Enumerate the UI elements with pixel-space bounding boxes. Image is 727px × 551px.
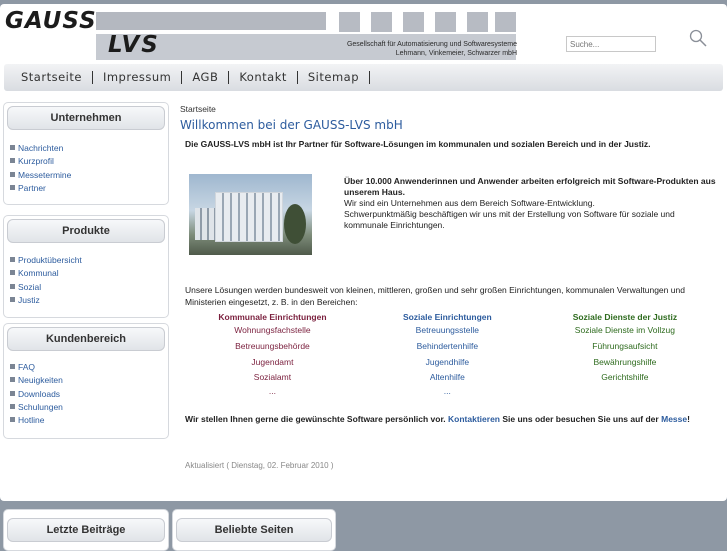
logo-text-bottom[interactable]: LVS [108,32,160,58]
highlight-text: Über 10.000 Anwenderinnen und Anwender a… [344,176,716,197]
logo-text-top[interactable]: GAUSS [5,8,97,34]
table-cell: Altenhilfe [429,372,465,383]
sidebar-title-produkte: Produkte [7,219,165,243]
table-cell: Wohnungsfachstelle [234,325,311,335]
closing-text-1: Wir stellen Ihnen gerne die gewünschte S… [185,414,446,424]
photo-tree [284,204,306,244]
header-decoration-square [467,12,488,32]
page-title: Willkommen bei der GAUSS-LVS mbH [180,118,403,132]
sidebar-item-schulungen[interactable]: Schulungen [10,401,168,414]
column-header-justiz: Soziale Dienste der Justiz [572,312,678,322]
company-tagline: Gesellschaft für Automatisierung und Sof… [300,40,517,58]
header-decoration-square [495,12,516,32]
sidebar-item-messetermine[interactable]: Messetermine [10,169,168,182]
table-cell: Sozialamt [253,372,292,383]
intro-text: Die GAUSS-LVS mbH ist Ihr Partner für So… [185,139,651,149]
nav-agb[interactable]: AGB [182,71,230,84]
sidebar-item-hotline[interactable]: Hotline [10,414,168,427]
areas-table: Kommunale Einrichtungen Soziale Einricht… [185,312,715,396]
sidebar-item-kurzprofil[interactable]: Kurzprofil [10,155,168,168]
tagline-line-2: Lehmann, Vinkemeier, Schwarzer mbH [395,50,517,57]
sidebar-box-produkte: Produkte Produktübersicht Kommunal Sozia… [3,215,169,318]
breadcrumb: Startseite [180,104,216,114]
header: GAUSS LVS Gesellschaft für Automatisieru… [0,4,727,62]
header-decoration-square [435,12,456,32]
sidebar-item-sozial[interactable]: Sozial [10,281,168,294]
sidebar-title-unternehmen: Unternehmen [7,106,165,130]
table-cell: Betreuungsstelle [415,325,479,335]
table-cell: Bewährungshilfe [593,356,657,367]
solutions-text: Unsere Lösungen werden bundesweit von kl… [185,285,685,307]
table-cell: Gerichtshilfe [601,372,649,383]
nav-kontakt[interactable]: Kontakt [229,71,298,84]
top-navigation: Startseite Impressum AGB Kontakt Sitemap [4,64,723,91]
sidebar-box-kundenbereich: Kundenbereich FAQ Neuigkeiten Downloads … [3,323,169,439]
main-content: Startseite Willkommen bei der GAUSS-LVS … [180,104,720,470]
search-icon[interactable] [688,28,708,48]
tagline-line-1: Gesellschaft für Automatisierung und Sof… [346,41,517,48]
sidebar-item-produktuebersicht[interactable]: Produktübersicht [10,254,168,267]
photo-building [215,192,283,242]
nav-sitemap[interactable]: Sitemap [298,71,371,84]
header-decoration-square [371,12,392,32]
table-cell: Führungsaufsicht [592,340,658,351]
sidebar-item-faq[interactable]: FAQ [10,361,168,374]
column-header-sozial: Soziale Einrichtungen [402,312,492,322]
sidebar-item-partner[interactable]: Partner [10,182,168,195]
company-building-photo [189,174,312,255]
table-cell: ... [443,386,451,397]
column-header-kommunal: Kommunale Einrichtungen [218,312,327,322]
trade-fair-link[interactable]: Messe [661,414,687,424]
bottom-title-latest-posts: Letzte Beiträge [7,518,165,542]
closing-text: Wir stellen Ihnen gerne die gewünschte S… [185,414,720,424]
nav-impressum[interactable]: Impressum [93,71,183,84]
sidebar-item-nachrichten[interactable]: Nachrichten [10,142,168,155]
table-cell: Behindertenhilfe [416,340,479,351]
body-text-1: Wir sind ein Unternehmen aus dem Bereich… [344,198,595,208]
table-cell: ... [268,386,276,397]
table-cell: Betreuungsbehörde [235,340,310,351]
header-decoration-square [403,12,424,32]
sidebar-item-justiz[interactable]: Justiz [10,294,168,307]
nav-startseite[interactable]: Startseite [4,71,93,84]
sidebar-item-kommunal[interactable]: Kommunal [10,267,168,280]
last-updated: Aktualisiert ( Dienstag, 02. Februar 201… [185,461,334,470]
sidebar-title-kundenbereich: Kundenbereich [7,327,165,351]
sidebar-item-downloads[interactable]: Downloads [10,388,168,401]
table-cell-empty [535,386,715,396]
sidebar-box-unternehmen: Unternehmen Nachrichten Kurzprofil Messe… [3,102,169,205]
bottom-title-popular-pages: Beliebte Seiten [176,518,332,542]
contact-link[interactable]: Kontaktieren [448,414,500,424]
header-decoration-square [339,12,360,32]
body-text-2: Schwerpunktmäßig beschäftigen wir uns mi… [344,209,675,230]
table-cell: Jugendamt [251,356,294,367]
header-decoration-bar [96,12,326,30]
sidebar-item-neuigkeiten[interactable]: Neuigkeiten [10,374,168,387]
closing-text-3: ! [687,414,690,424]
table-cell: Soziale Dienste im Vollzug [574,325,675,335]
closing-text-2: Sie uns oder besuchen Sie uns auf der [502,414,659,424]
highlight-block: Über 10.000 Anwenderinnen und Anwender a… [344,176,718,231]
search-input[interactable] [566,36,656,52]
table-cell: Jugendhilfe [425,356,470,367]
